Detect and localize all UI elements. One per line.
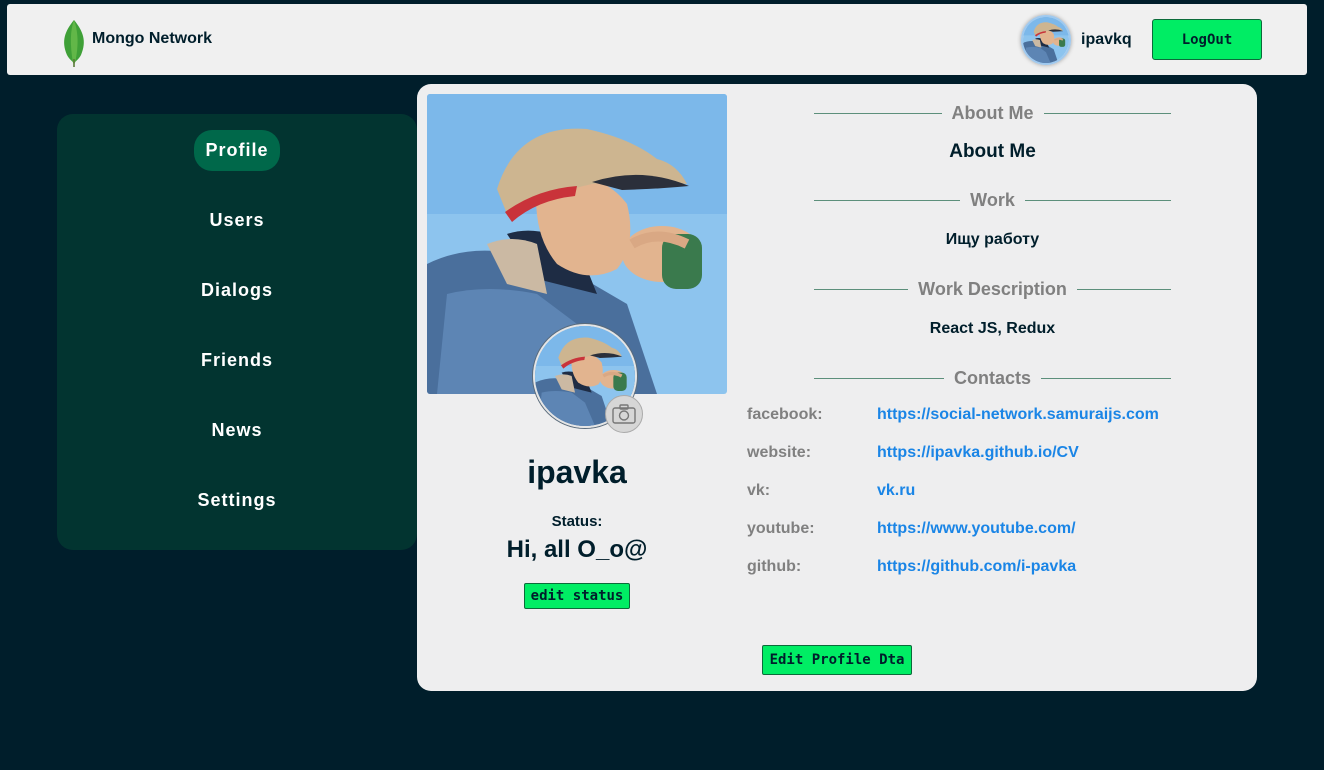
contact-row-vk: vk: vk.ru [747, 482, 1227, 502]
sidebar-item-label: Friends [200, 350, 273, 370]
avatar-image [1023, 17, 1069, 63]
work-heading: Work [814, 190, 1171, 210]
sidebar-item-dialogs[interactable]: Dialogs [57, 270, 417, 311]
work-value: Ищу работу [945, 231, 1040, 248]
contact-link-vk[interactable]: vk.ru [877, 482, 915, 500]
logout-button[interactable]: LogOut [1152, 19, 1262, 60]
header-username: ipavkq [1081, 31, 1132, 48]
edit-status-button[interactable]: edit status [524, 583, 630, 609]
contact-link-facebook[interactable]: https://social-network.samuraijs.com [877, 406, 1159, 424]
about-me-value: About Me [949, 141, 1036, 162]
contact-row-website: website: https://ipavka.github.io/CV [747, 444, 1227, 464]
sidebar-item-profile[interactable]: Profile [57, 130, 417, 171]
edit-profile-button[interactable]: Edit Profile Dta [762, 645, 912, 675]
divider-line [1076, 288, 1172, 290]
top-header: Mongo Network ipavkq LogOut [7, 4, 1307, 75]
sidebar-item-settings[interactable]: Settings [57, 480, 417, 521]
contact-link-website[interactable]: https://ipavka.github.io/CV [877, 444, 1079, 462]
contacts-heading: Contacts [814, 367, 1172, 388]
contact-row-youtube: youtube: https://www.youtube.com/ [747, 520, 1227, 540]
contact-link-github[interactable]: https://github.com/i-pavka [877, 558, 1076, 576]
status-text[interactable]: Hi, all O_o@ [427, 536, 727, 564]
section-title: Work Description [918, 278, 1067, 299]
mongodb-leaf-icon[interactable] [61, 19, 87, 67]
header-avatar[interactable] [1021, 15, 1071, 65]
divider-line [814, 377, 944, 379]
contact-link-youtube[interactable]: https://www.youtube.com/ [877, 520, 1076, 538]
camera-icon [612, 404, 636, 424]
divider-line [1043, 112, 1172, 114]
sidebar-item-label: Users [209, 210, 265, 230]
divider-line [814, 199, 961, 201]
work-description-value: React JS, Redux [929, 320, 1056, 337]
contact-row-github: github: https://github.com/i-pavka [747, 558, 1227, 578]
section-title: About Me [951, 102, 1034, 123]
sidebar-item-friends[interactable]: Friends [57, 340, 417, 381]
contact-row-facebook: facebook: https://social-network.samurai… [747, 406, 1227, 426]
contact-label: website: [747, 444, 812, 461]
sidebar-item-users[interactable]: Users [57, 200, 417, 241]
brand-name[interactable]: Mongo Network [92, 30, 212, 48]
contact-label: github: [747, 558, 802, 575]
profile-username: ipavka [527, 454, 627, 490]
divider-line [1041, 377, 1172, 379]
sidebar-item-news[interactable]: News [57, 410, 417, 451]
work-description-heading: Work Description [814, 278, 1172, 299]
about-me-heading: About Me [814, 102, 1172, 123]
upload-photo-button[interactable] [605, 395, 643, 433]
sidebar-item-label: Dialogs [200, 280, 273, 300]
divider-line [814, 288, 909, 290]
sidebar-item-label: Profile [194, 130, 280, 171]
contact-label: vk: [747, 482, 771, 499]
profile-card: ipavka Status: Hi, all O_o@ edit status … [417, 84, 1257, 691]
divider-line [1024, 199, 1171, 201]
status-label: Status: [551, 513, 603, 530]
sidebar-item-label: Settings [197, 490, 277, 510]
sidebar-item-label: News [211, 420, 263, 440]
contact-label: facebook: [747, 406, 823, 423]
divider-line [814, 112, 942, 114]
sidebar: Profile Users Dialogs Friends News Setti… [57, 114, 417, 550]
section-title: Work [970, 189, 1015, 210]
section-title: Contacts [954, 367, 1032, 388]
contact-label: youtube: [747, 520, 815, 537]
